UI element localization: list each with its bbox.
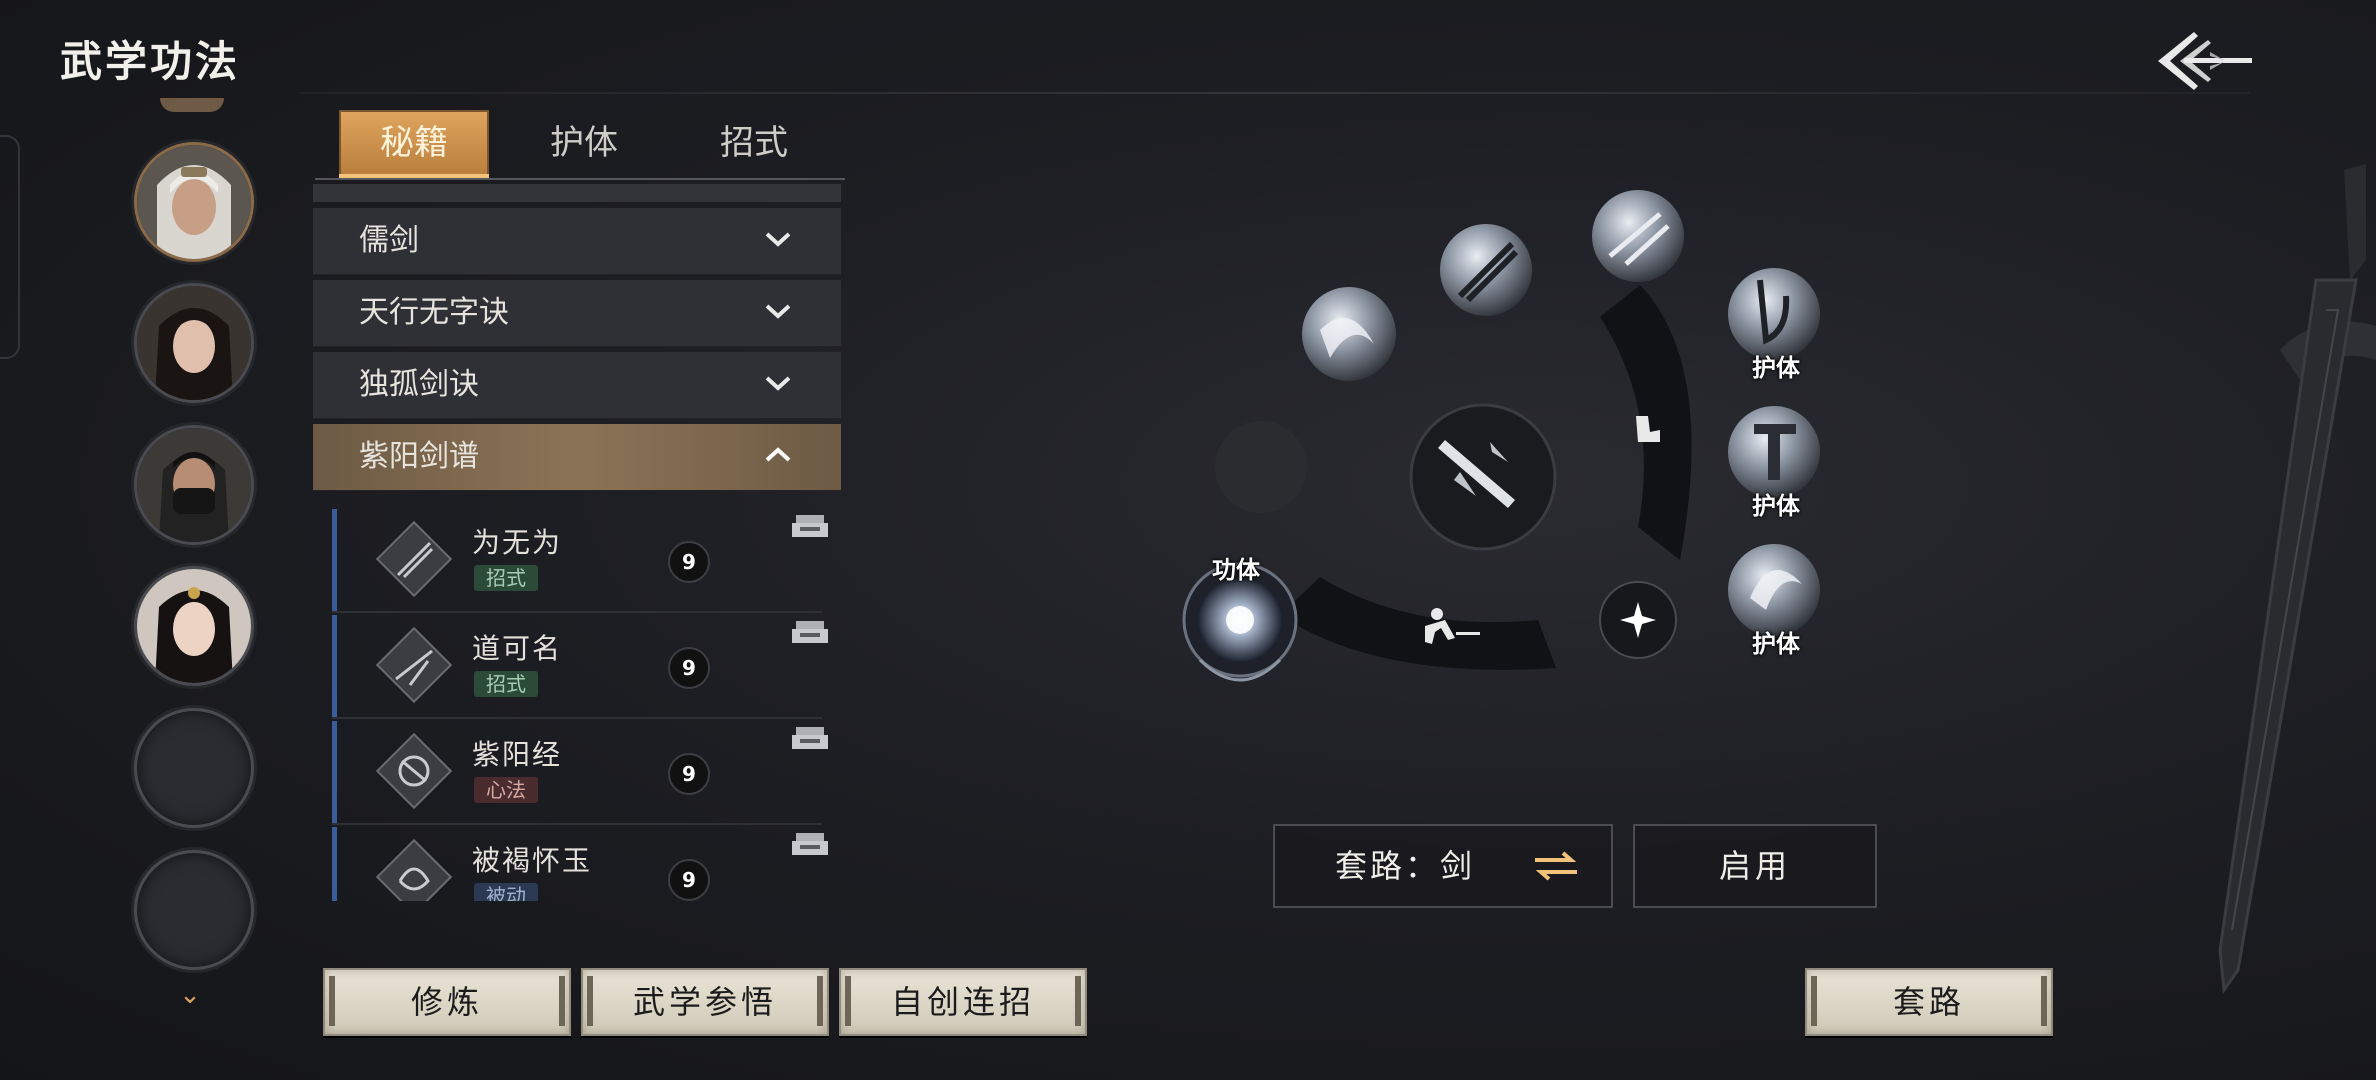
category-ziyang[interactable]: 紫阳剑谱 xyxy=(313,424,841,491)
tab-zhaoshi[interactable]: 招式 xyxy=(679,110,829,176)
tab-bar: 秘籍 护体 招式 xyxy=(315,110,845,180)
category-dugu[interactable]: 独孤剑诀 xyxy=(313,352,841,419)
gongti-label: 功体 xyxy=(1212,556,1260,584)
back-arrow-icon xyxy=(2158,32,2252,90)
inner-art-skill-icon xyxy=(375,732,453,810)
skill-tag: 被动 xyxy=(474,883,538,901)
sword-skill-icon xyxy=(375,626,453,704)
chevron-down-icon xyxy=(765,232,791,247)
skill-wheel-graphic xyxy=(1182,190,1820,682)
header-divider xyxy=(300,92,2250,94)
category-label: 紫阳剑谱 xyxy=(359,439,479,474)
bottom-arc-slot xyxy=(1280,577,1556,670)
skill-name: 道可名 xyxy=(472,632,563,665)
huti-label-2: 护体 xyxy=(1752,492,1800,520)
passive-skill-icon xyxy=(375,838,453,901)
routine-button[interactable]: 套路 xyxy=(1805,968,2053,1036)
empty-character-slot-1[interactable] xyxy=(134,708,254,828)
skill-level-badge: 9 xyxy=(668,647,710,689)
chevron-down-icon xyxy=(765,304,791,319)
chevron-down-icon xyxy=(765,376,791,391)
empty-skill-slot xyxy=(1215,421,1307,513)
equip-icon[interactable] xyxy=(792,831,828,857)
character-avatar-4[interactable] xyxy=(134,566,254,686)
wheel-skill-icon-3 xyxy=(1592,190,1684,282)
chevron-down-icon[interactable]: ⌄ xyxy=(176,982,204,1008)
tab-miji[interactable]: 秘籍 xyxy=(339,110,489,178)
comprehend-button[interactable]: 武学参悟 xyxy=(581,968,829,1036)
skill-level-badge: 9 xyxy=(668,753,710,795)
empty-character-slot-2[interactable] xyxy=(134,850,254,970)
category-label: 天行无字诀 xyxy=(359,295,509,330)
tab-huti[interactable]: 护体 xyxy=(509,110,659,176)
skill-level-badge: 9 xyxy=(668,859,710,901)
skill-tag: 招式 xyxy=(474,565,538,591)
skill-name: 紫阳经 xyxy=(472,738,563,771)
character-avatar-3[interactable] xyxy=(134,425,254,545)
skill-accent-bar xyxy=(332,721,337,823)
side-panel-edge xyxy=(0,135,20,359)
category-tianxing[interactable]: 天行无字诀 xyxy=(313,280,841,347)
sword-decoration xyxy=(2218,164,2376,995)
wheel-skill-icon-4 xyxy=(1728,268,1820,360)
skill-name: 为无为 xyxy=(472,526,563,559)
route-selector[interactable]: 套路：剑 xyxy=(1273,824,1613,908)
page-title: 武学功法 xyxy=(60,37,241,86)
character-portrait-1 xyxy=(137,145,251,259)
skill-tag: 招式 xyxy=(474,671,538,697)
chevron-up-icon xyxy=(765,447,791,462)
enable-button[interactable]: 启用 xyxy=(1633,824,1877,908)
skill-item[interactable]: 为无为 招式 9 xyxy=(332,509,828,613)
skill-tag: 心法 xyxy=(474,777,538,803)
skill-item[interactable]: 道可名 招式 9 xyxy=(332,615,828,719)
character-portrait-2 xyxy=(137,286,251,400)
route-label: 套路：剑 xyxy=(1335,847,1476,885)
skill-wheel: 功体 护体 护体 护体 xyxy=(1160,180,1860,700)
sword-skill-icon xyxy=(375,520,453,598)
equip-icon[interactable] xyxy=(792,513,828,539)
equip-icon[interactable] xyxy=(792,619,828,645)
skill-accent-bar xyxy=(332,509,337,611)
skill-level-badge: 9 xyxy=(668,541,710,583)
huti-label-1: 护体 xyxy=(1752,354,1800,382)
skill-accent-bar xyxy=(332,615,337,717)
character-portrait-3 xyxy=(137,428,251,542)
swap-icon xyxy=(1535,851,1577,881)
skill-item[interactable]: 被褐怀玉 被动 9 xyxy=(332,827,828,901)
category-rujian[interactable]: 儒剑 xyxy=(313,208,841,275)
character-portrait-4 xyxy=(137,569,251,683)
huti-label-3: 护体 xyxy=(1752,630,1800,658)
skill-list: 为无为 招式 9 道可名 招式 9 紫阳经 心法 9 被褐怀玉 被动 9 xyxy=(320,505,842,901)
character-avatar-2[interactable] xyxy=(134,283,254,403)
cultivate-button[interactable]: 修炼 xyxy=(323,968,571,1036)
skill-name: 被褐怀玉 xyxy=(472,844,593,877)
custom-combo-button[interactable]: 自创连招 xyxy=(839,968,1087,1036)
category-label: 独孤剑诀 xyxy=(359,367,479,402)
equip-icon[interactable] xyxy=(792,725,828,751)
skill-item[interactable]: 紫阳经 心法 9 xyxy=(332,721,828,825)
list-item-partial xyxy=(313,184,841,202)
character-slot-partial[interactable] xyxy=(160,98,224,112)
category-label: 儒剑 xyxy=(359,223,419,258)
skill-accent-bar xyxy=(332,827,337,901)
character-avatar-1[interactable] xyxy=(134,142,254,262)
back-button[interactable] xyxy=(2150,26,2260,96)
